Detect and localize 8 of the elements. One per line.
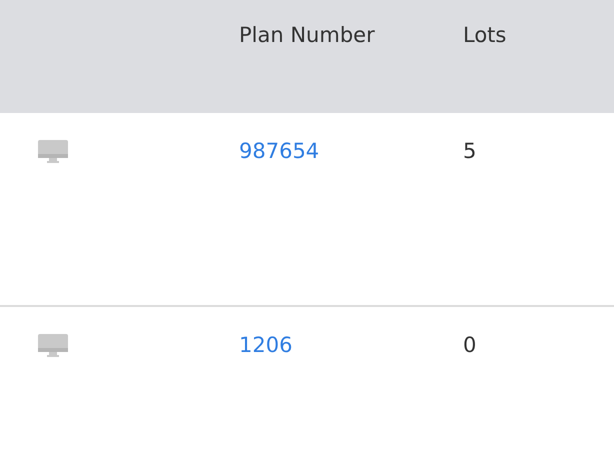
lots-cell: 0 bbox=[463, 333, 476, 357]
lots-cell: 5 bbox=[463, 139, 476, 163]
monitor-icon bbox=[38, 334, 68, 358]
plan-number-link[interactable]: 987654 bbox=[239, 139, 320, 163]
column-header: Lots bbox=[463, 23, 506, 47]
plan-number-link[interactable]: 1206 bbox=[239, 333, 292, 357]
monitor-icon bbox=[38, 140, 68, 164]
column-header: Plan Number bbox=[239, 23, 375, 47]
